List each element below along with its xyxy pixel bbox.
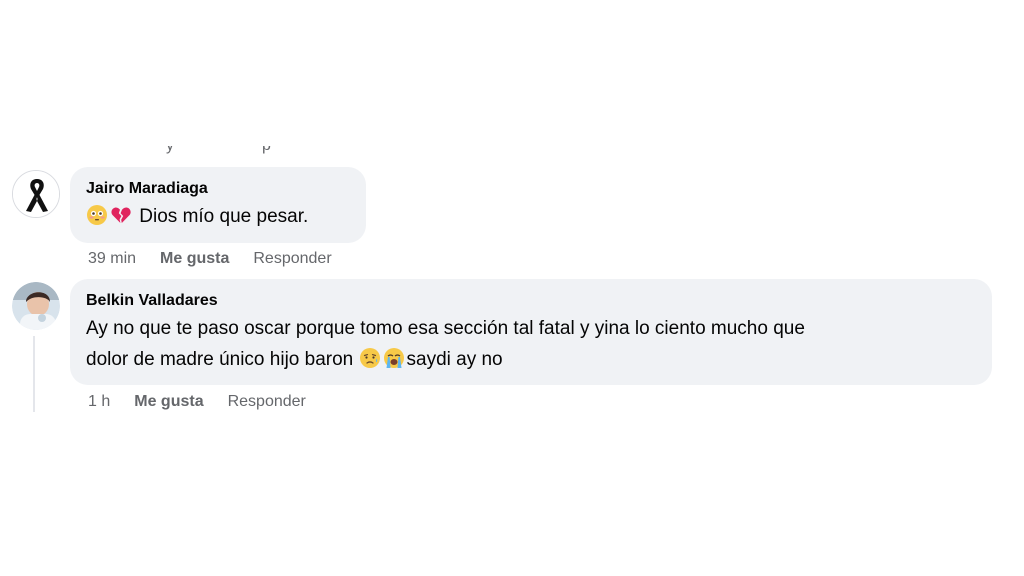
avatar-belkin[interactable] bbox=[12, 282, 60, 330]
like-button[interactable]: Me gusta bbox=[160, 250, 229, 267]
comment-text-content: Dios mío que pesar. bbox=[139, 206, 309, 227]
flushed-face-icon bbox=[86, 204, 108, 236]
comment-timestamp[interactable]: 39 min bbox=[88, 250, 136, 267]
sad-but-relieved-face-icon bbox=[359, 347, 381, 379]
like-button[interactable]: Me gusta bbox=[134, 393, 203, 410]
comment-text-line2-before: dolor de madre único hijo baron bbox=[86, 349, 354, 370]
comment-text-line2: dolor de madre único hijo baron saydi ay… bbox=[86, 344, 976, 379]
comment-bubble-jairo: Jairo Maradiaga Dios mío que pesar. bbox=[70, 167, 366, 243]
thread-line bbox=[33, 336, 35, 412]
comment-actions-jairo: 39 min Me gusta Responder bbox=[88, 249, 356, 269]
clipped-previous-text: yp bbox=[150, 146, 290, 158]
comment-text-line2-after: saydi ay no bbox=[406, 349, 503, 370]
reply-button[interactable]: Responder bbox=[253, 250, 331, 267]
comment-text-line1: Ay no que te paso oscar porque tomo esa … bbox=[86, 318, 805, 339]
comment-text: Dios mío que pesar. bbox=[86, 201, 350, 236]
comment-bubble-belkin: Belkin Valladares Ay no que te paso osca… bbox=[70, 279, 992, 385]
profile-photo-icon bbox=[12, 282, 60, 330]
broken-heart-icon bbox=[110, 204, 132, 236]
comment-timestamp[interactable]: 1 h bbox=[88, 393, 110, 410]
comment-actions-belkin: 1 h Me gusta Responder bbox=[88, 392, 330, 412]
comment-text: Ay no que te paso oscar porque tomo esa … bbox=[86, 313, 976, 379]
mourning-ribbon-icon bbox=[13, 171, 59, 217]
comment-author[interactable]: Belkin Valladares bbox=[86, 291, 976, 311]
comment-author[interactable]: Jairo Maradiaga bbox=[86, 179, 350, 199]
loudly-crying-face-icon bbox=[383, 347, 405, 379]
avatar-mourning-ribbon[interactable] bbox=[12, 170, 60, 218]
reply-button[interactable]: Responder bbox=[228, 393, 306, 410]
